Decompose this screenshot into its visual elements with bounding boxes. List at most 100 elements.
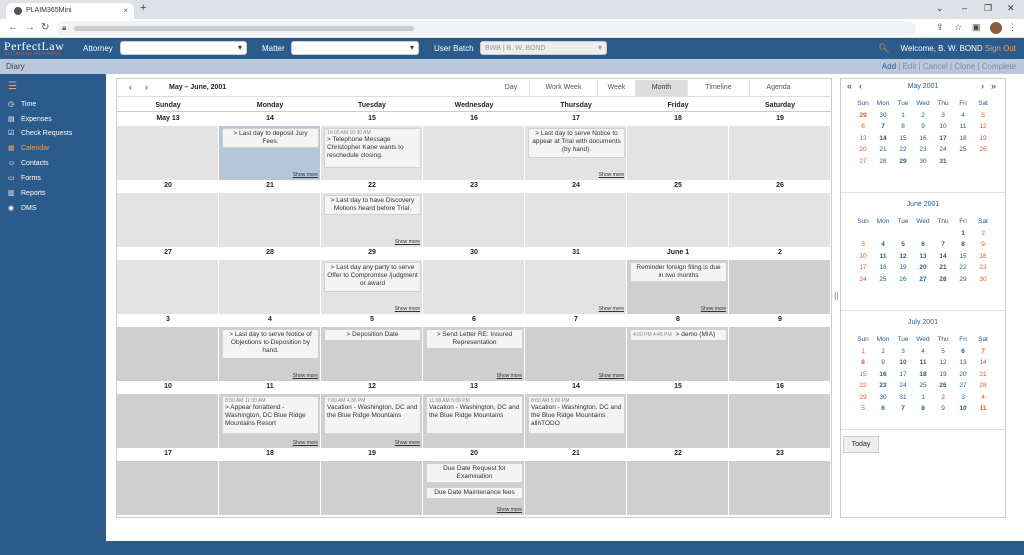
- mini-day[interactable]: 5: [933, 346, 953, 358]
- sidebar-item-reports[interactable]: ▥ Reports: [8, 187, 46, 199]
- day-number[interactable]: June 1: [627, 247, 729, 259]
- day-cell[interactable]: [729, 126, 831, 180]
- mini-day[interactable]: 12: [933, 357, 953, 369]
- hamburger-menu-icon[interactable]: ☰: [8, 81, 17, 92]
- address-bar[interactable]: 🔒︎: [56, 21, 916, 36]
- mini-day[interactable]: 29: [953, 274, 973, 286]
- day-cell[interactable]: 7:00 AM 4:30 PM Vacation - Washington, DC…: [321, 394, 423, 448]
- day-cell[interactable]: > Last day any party to serve Offer to C…: [321, 260, 423, 314]
- day-number[interactable]: 18: [627, 113, 729, 125]
- day-cell[interactable]: [627, 461, 729, 515]
- mini-day[interactable]: 9: [913, 121, 933, 133]
- show-more-link[interactable]: Show more: [395, 440, 420, 446]
- mini-day[interactable]: 22: [893, 144, 913, 156]
- minimize-icon[interactable]: –: [962, 3, 967, 13]
- mini-day[interactable]: 5: [893, 239, 913, 251]
- mini-day[interactable]: 6: [873, 403, 893, 415]
- day-cell[interactable]: > Last day to have Discovery Motions hea…: [321, 193, 423, 247]
- mini-day[interactable]: 4: [953, 110, 973, 122]
- day-number[interactable]: 20: [117, 180, 219, 192]
- mini-day[interactable]: 12: [973, 121, 993, 133]
- mini-day[interactable]: 8: [893, 121, 913, 133]
- day-number[interactable]: 18: [219, 448, 321, 460]
- day-cell[interactable]: 4:00 PM 4:45 PM > demo (MIA): [627, 327, 729, 381]
- day-number[interactable]: 11: [219, 381, 321, 393]
- mini-day[interactable]: 22: [953, 262, 973, 274]
- calendar-event[interactable]: > Last day to deposit Jury Fees.: [222, 128, 319, 148]
- mini-day[interactable]: 4: [973, 392, 993, 404]
- day-number[interactable]: 16: [423, 113, 525, 125]
- user-batch-select[interactable]: BWB | B. W. BOND ▾: [480, 41, 607, 55]
- day-cell[interactable]: [729, 327, 831, 381]
- day-cell[interactable]: 11:00 AM 5:00 PM Vacation - Washington, D…: [423, 394, 525, 448]
- clone-link[interactable]: Clone: [954, 62, 975, 71]
- day-cell[interactable]: [219, 461, 321, 515]
- mini-day[interactable]: 23: [873, 380, 893, 392]
- day-number[interactable]: 10: [117, 381, 219, 393]
- search-icon[interactable]: 🔍︎: [878, 43, 889, 54]
- mini-day[interactable]: 19: [933, 369, 953, 381]
- mini-day[interactable]: 9: [973, 239, 993, 251]
- share-icon[interactable]: ⇪: [936, 22, 944, 33]
- day-number[interactable]: 22: [627, 448, 729, 460]
- calendar-event[interactable]: 7:00 AM 4:30 PM Vacation - Washington, DC…: [324, 396, 421, 434]
- mini-day[interactable]: 12: [893, 251, 913, 263]
- view-day[interactable]: Day: [493, 80, 529, 96]
- mini-day[interactable]: 3: [853, 239, 873, 251]
- calendar-event[interactable]: 8:00 AM 11:00 AM > Appear for/attend - Wa…: [222, 396, 319, 434]
- day-number[interactable]: 29: [321, 247, 423, 259]
- day-number[interactable]: 27: [117, 247, 219, 259]
- mini-day[interactable]: 9: [933, 403, 953, 415]
- mini-day[interactable]: 29: [893, 156, 913, 168]
- view-work-week[interactable]: Work Week: [529, 80, 597, 96]
- mini-day[interactable]: 15: [893, 133, 913, 145]
- mini-day[interactable]: 8: [913, 403, 933, 415]
- mini-day[interactable]: 23: [973, 262, 993, 274]
- day-cell[interactable]: [627, 126, 729, 180]
- day-number[interactable]: 15: [321, 113, 423, 125]
- day-number[interactable]: 23: [423, 180, 525, 192]
- mini-day[interactable]: 9: [873, 357, 893, 369]
- day-number[interactable]: 17: [525, 113, 627, 125]
- mini-day[interactable]: 18: [873, 262, 893, 274]
- mini-day[interactable]: 26: [933, 380, 953, 392]
- mini-day[interactable]: 2: [873, 346, 893, 358]
- calendar-event[interactable]: > Last day any party to serve Offer to C…: [324, 262, 421, 292]
- day-number[interactable]: 28: [219, 247, 321, 259]
- calendar-event[interactable]: 11:00 AM 5:00 PM Vacation - Washington, D…: [426, 396, 523, 434]
- mini-day[interactable]: 27: [913, 274, 933, 286]
- day-number[interactable]: 22: [321, 180, 423, 192]
- show-more-link[interactable]: Show more: [599, 306, 624, 312]
- day-number[interactable]: 9: [729, 314, 831, 326]
- day-number[interactable]: 19: [321, 448, 423, 460]
- mini-day[interactable]: 8: [853, 357, 873, 369]
- mini-day[interactable]: 5: [853, 403, 873, 415]
- calendar-event[interactable]: > Last day to have Discovery Motions hea…: [324, 195, 421, 215]
- day-number[interactable]: 7: [525, 314, 627, 326]
- calendar-event[interactable]: > Send Letter RE: Insured Representation: [426, 329, 523, 349]
- sign-out-link[interactable]: Sign Out: [985, 44, 1016, 53]
- day-cell[interactable]: [729, 461, 831, 515]
- show-more-link[interactable]: Show more: [599, 373, 624, 379]
- day-cell[interactable]: > Last day to serve Notice of Objections…: [219, 327, 321, 381]
- mini-day[interactable]: 11: [873, 251, 893, 263]
- day-cell[interactable]: [729, 260, 831, 314]
- day-number[interactable]: 12: [321, 381, 423, 393]
- mini-day[interactable]: 28: [933, 274, 953, 286]
- mini-day[interactable]: 21: [933, 262, 953, 274]
- day-cell[interactable]: > Last day to serve Notice to appear at …: [525, 126, 627, 180]
- mini-day[interactable]: 24: [893, 380, 913, 392]
- day-cell[interactable]: [117, 193, 219, 247]
- mini-day[interactable]: 28: [973, 380, 993, 392]
- show-more-link[interactable]: Show more: [395, 239, 420, 245]
- day-cell[interactable]: [627, 193, 729, 247]
- mini-day[interactable]: 1: [913, 392, 933, 404]
- mini-day[interactable]: 13: [853, 133, 873, 145]
- show-more-link[interactable]: Show more: [293, 172, 318, 178]
- mini-day[interactable]: 3: [953, 392, 973, 404]
- mini-day[interactable]: 7: [893, 403, 913, 415]
- day-cell[interactable]: > Last day to deposit Jury Fees. Show mor…: [219, 126, 321, 180]
- close-tab-icon[interactable]: ×: [123, 6, 128, 15]
- browser-tab[interactable]: PLAIM365Mini ×: [6, 3, 134, 19]
- mini-day[interactable]: 25: [913, 380, 933, 392]
